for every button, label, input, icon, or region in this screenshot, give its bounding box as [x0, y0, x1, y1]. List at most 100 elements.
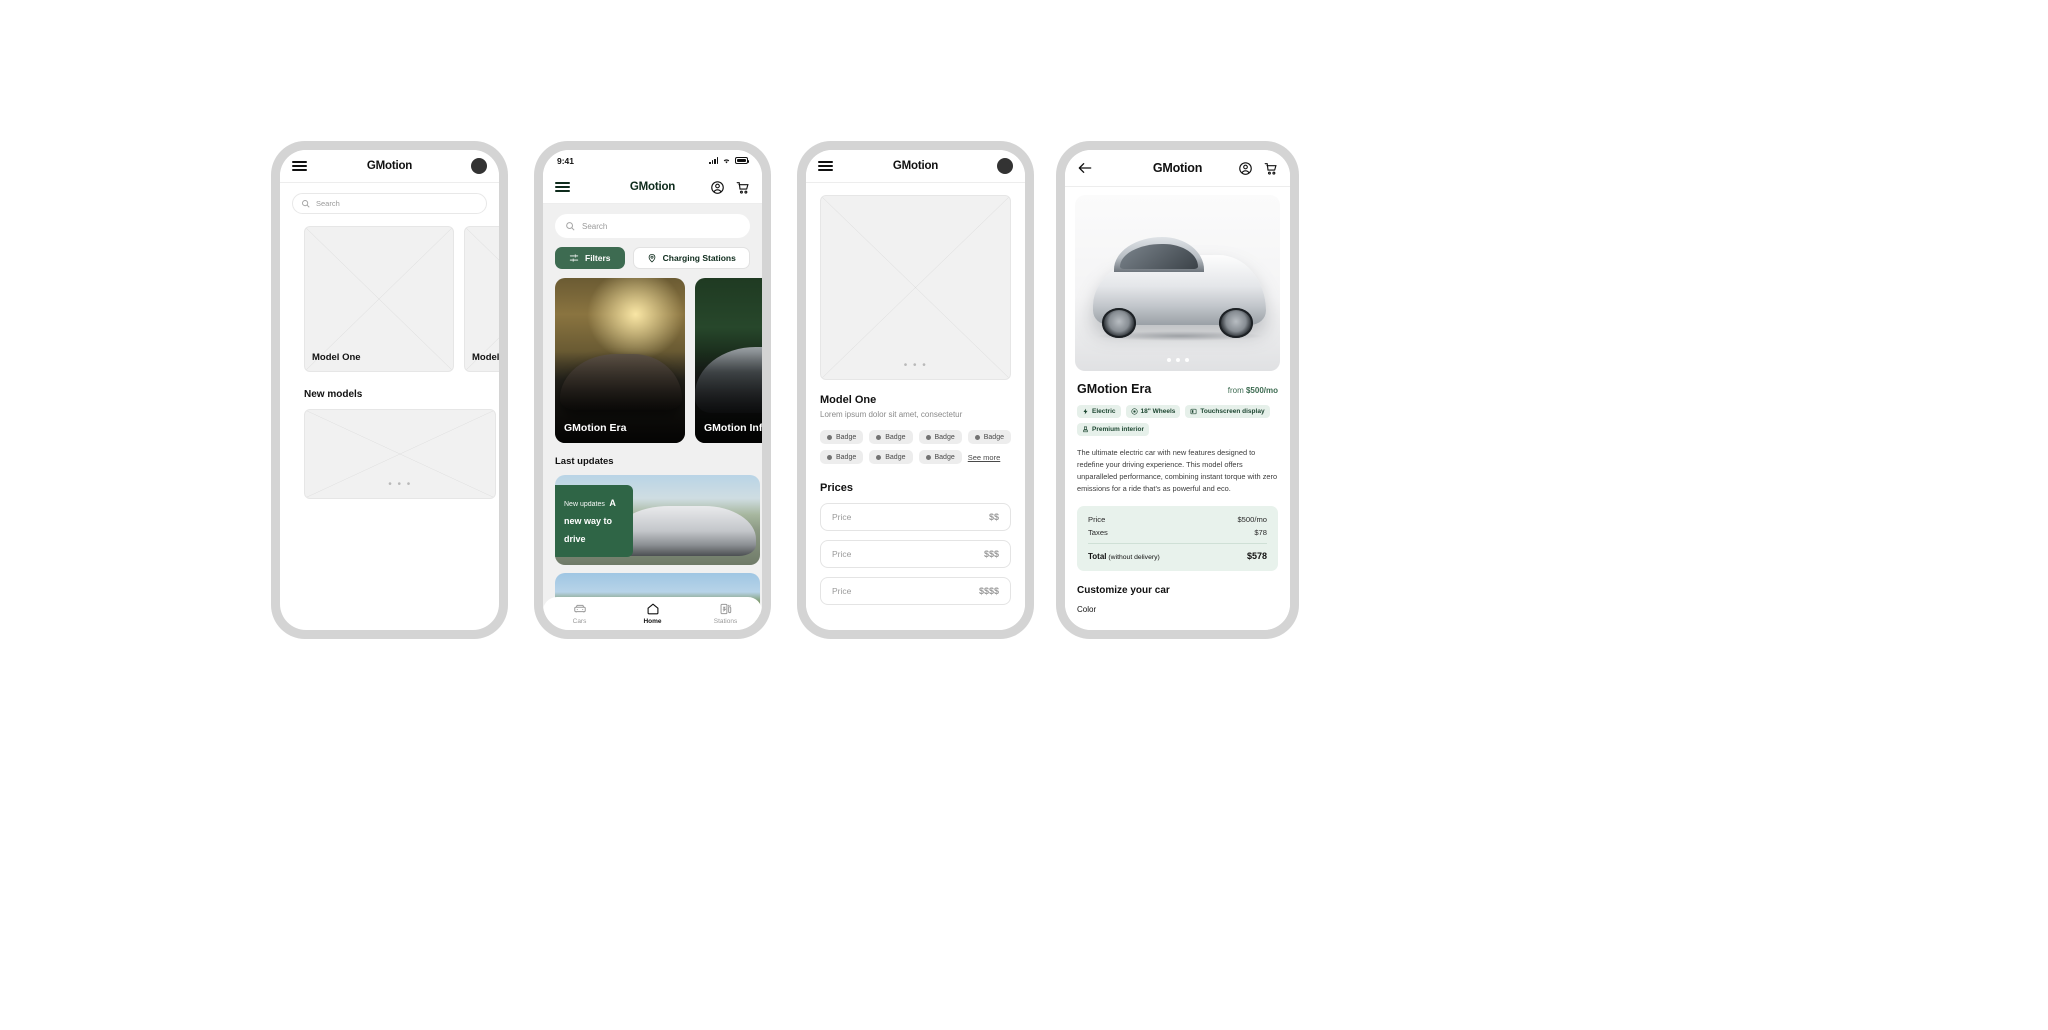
account-circle-icon[interactable] [710, 180, 725, 195]
featured-card-label: GMotion Era [564, 422, 627, 434]
phone1-content: Search Model One Model New models • • • [280, 193, 499, 499]
phone2-screen: 9:41 GMotion Search Filters Charging Sta… [543, 150, 762, 630]
appbar-actions [710, 180, 750, 195]
map-pin-icon [647, 253, 657, 263]
new-model-placeholder[interactable]: • • • [304, 409, 496, 499]
badge-list: Badge Badge Badge Badge Badge Badge Badg… [820, 430, 1011, 464]
car-gallery[interactable] [1075, 195, 1280, 371]
charging-stations-button[interactable]: Charging Stations [632, 247, 750, 269]
feature-badge-list: Electric 18" Wheels Touchscreen display … [1077, 405, 1278, 436]
feature-badge-display: Touchscreen display [1185, 405, 1270, 418]
hamburger-icon[interactable] [555, 182, 570, 192]
search-input[interactable]: Search [555, 214, 750, 238]
badge[interactable]: Badge [869, 430, 913, 444]
total-row: Total (without delivery) $578 [1088, 551, 1267, 561]
price-row: Price $500/mo [1088, 515, 1267, 524]
arrow-left-icon[interactable] [1077, 160, 1093, 176]
badge[interactable]: Badge [820, 430, 864, 444]
phone3-content: • • • Model One Lorem ipsum dolor sit am… [806, 183, 1025, 630]
model-card[interactable]: Model One [304, 226, 454, 372]
bolt-icon [1082, 408, 1089, 415]
feature-badge-interior: Premium interior [1077, 423, 1150, 436]
appbar-actions [1238, 161, 1278, 176]
filters-button-label: Filters [585, 253, 611, 263]
model-title: Model One [820, 394, 877, 406]
update-banner-overlay: New updates A new way to drive [555, 485, 633, 557]
wheel-icon [1130, 408, 1138, 415]
car-icon [573, 602, 587, 616]
status-indicators [709, 157, 750, 164]
price-from-prefix: from [1227, 386, 1246, 395]
shopping-cart-icon[interactable] [735, 180, 750, 195]
account-circle-icon[interactable] [1238, 161, 1253, 176]
model-card-row: Model One Model [280, 214, 499, 372]
featured-card[interactable]: GMotion Infinity [695, 278, 762, 443]
section-title-customize: Customize your car [1077, 584, 1170, 596]
price-field[interactable]: Price $$$$ [820, 577, 1011, 605]
phone1-screen: GMotion Search Model One Model New model… [280, 150, 499, 630]
badge-dot-icon [925, 454, 931, 460]
tab-home[interactable]: Home [616, 602, 689, 625]
feature-badge-label: Electric [1092, 408, 1116, 415]
badge-label: Badge [885, 453, 906, 461]
car-name: GMotion Era [1077, 382, 1152, 396]
badge[interactable]: Badge [918, 450, 962, 464]
model-card[interactable]: Model [464, 226, 499, 372]
price-row: Taxes $78 [1088, 528, 1267, 537]
badge[interactable]: Badge [869, 450, 913, 464]
phone4-screen: GMotion GMotion Era from $500/mo Electri… [1065, 150, 1290, 630]
badge[interactable]: Badge [820, 450, 864, 464]
tab-cars[interactable]: Cars [543, 602, 616, 625]
feature-badge-wheels: 18" Wheels [1125, 405, 1181, 418]
section-title-last-updates: Last updates [555, 456, 614, 467]
featured-card-label: GMotion Infinity [704, 422, 762, 434]
search-icon [301, 199, 310, 208]
price-row-label: Taxes [1088, 527, 1108, 537]
badge-label: Badge [836, 453, 857, 461]
phone3-appbar: GMotion [806, 150, 1025, 183]
price-field[interactable]: Price $$$ [820, 540, 1011, 568]
price-field-value: $$$ [983, 549, 999, 559]
search-input[interactable]: Search [292, 193, 487, 214]
search-icon [565, 221, 575, 231]
tab-stations[interactable]: Stations [689, 602, 762, 625]
featured-card-row: GMotion Era GMotion Infinity [555, 278, 762, 443]
badge-dot-icon [974, 434, 980, 440]
gallery-dots[interactable] [1075, 358, 1280, 362]
update-banner-card[interactable]: New updates A new way to drive [555, 475, 760, 565]
charging-stations-button-label: Charging Stations [662, 253, 736, 263]
badge-dot-icon [827, 434, 832, 440]
shopping-cart-icon[interactable] [1263, 161, 1278, 176]
avatar-icon[interactable] [997, 158, 1013, 174]
bottom-tab-bar: Cars Home Stations [543, 597, 762, 630]
total-label: Total (without delivery) [1088, 552, 1160, 561]
status-time: 9:41 [557, 155, 575, 166]
phone4-appbar: GMotion [1065, 150, 1290, 187]
phone2-appbar: GMotion [543, 171, 762, 204]
car-wheel [1218, 307, 1254, 338]
featured-card[interactable]: GMotion Era [555, 278, 685, 443]
page-title: GMotion [366, 160, 413, 172]
car-price-from: from $500/mo [1228, 386, 1278, 395]
phone-mockup-1: GMotion Search Model One Model New model… [271, 141, 508, 639]
model-image-placeholder[interactable]: • • • [820, 195, 1011, 380]
hamburger-icon[interactable] [292, 161, 307, 171]
price-field[interactable]: Price $$ [820, 503, 1011, 531]
total-value: $578 [1246, 550, 1267, 561]
car-description: The ultimate electric car with new featu… [1077, 448, 1278, 493]
hamburger-icon[interactable] [818, 161, 833, 171]
filter-sliders-icon [569, 253, 579, 263]
badge-dot-icon [925, 434, 931, 440]
phone1-appbar: GMotion [280, 150, 499, 183]
badge-dot-icon [876, 434, 882, 440]
avatar-icon[interactable] [471, 158, 487, 174]
feature-badge-electric: Electric [1077, 405, 1121, 418]
see-more-link[interactable]: See more [968, 450, 1001, 464]
wifi-icon [722, 157, 731, 164]
badge[interactable]: Badge [918, 430, 962, 444]
filters-button[interactable]: Filters [555, 247, 625, 269]
badge[interactable]: Badge [967, 430, 1011, 444]
feature-badge-label: Premium interior [1092, 426, 1145, 433]
badge-label: Badge [983, 433, 1004, 441]
update-banner-kicker: New updates [564, 501, 605, 508]
